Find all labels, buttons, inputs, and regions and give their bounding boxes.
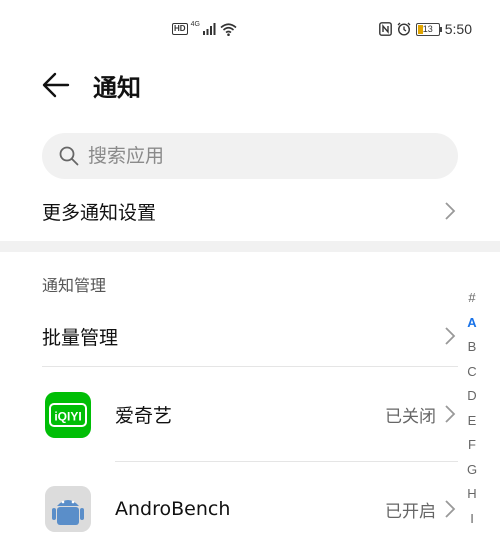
wifi-icon — [220, 22, 237, 36]
page-title: 通知 — [93, 74, 141, 102]
app-name: 爱奇艺 — [115, 404, 173, 427]
arrow-left-icon — [42, 72, 70, 98]
search-input[interactable] — [88, 145, 388, 167]
divider — [115, 461, 458, 462]
clock: 5:50 — [444, 21, 472, 37]
index-letter[interactable]: # — [468, 286, 475, 311]
batch-management-label: 批量管理 — [42, 326, 119, 349]
back-button[interactable] — [38, 66, 76, 104]
hd-icon: HD — [172, 23, 188, 35]
chevron-right-icon — [445, 405, 456, 423]
section-header: 通知管理 — [42, 276, 107, 295]
nfc-icon — [378, 22, 392, 36]
iqiyi-icon: iQIYI — [45, 392, 91, 438]
index-letter[interactable]: E — [468, 409, 477, 434]
chevron-right-icon — [445, 202, 456, 220]
android-robot — [45, 486, 91, 532]
index-letter[interactable]: F — [468, 433, 476, 458]
index-letter[interactable]: I — [470, 507, 474, 532]
search-bar[interactable] — [42, 133, 458, 179]
signal-icon — [202, 23, 216, 35]
androbench-icon — [45, 486, 91, 532]
search-icon — [59, 146, 79, 166]
divider — [42, 366, 458, 367]
section-divider — [0, 241, 500, 252]
app-status: 已开启 — [385, 501, 436, 522]
status-bar: HD 4G 13 5:50 — [0, 0, 500, 58]
chevron-right-icon — [445, 327, 456, 345]
app-row-androbench[interactable]: AndroBench 已开启 — [0, 476, 500, 542]
index-letter[interactable]: H — [467, 482, 476, 507]
network-type: 4G — [190, 20, 200, 28]
status-left-icons: HD 4G — [172, 20, 237, 38]
alphabet-index[interactable]: # A B C D E F G H I — [464, 286, 480, 531]
more-settings-label: 更多通知设置 — [42, 201, 157, 224]
index-letter[interactable]: A — [467, 311, 476, 336]
iqiyi-logo: iQIYI — [49, 403, 87, 427]
index-letter[interactable]: C — [467, 360, 476, 385]
index-letter[interactable]: B — [468, 335, 477, 360]
chevron-right-icon — [445, 500, 456, 518]
index-letter[interactable]: D — [467, 384, 476, 409]
alarm-icon — [397, 22, 411, 36]
app-name: AndroBench — [115, 498, 231, 520]
app-status: 已关闭 — [385, 406, 436, 427]
app-row-iqiyi[interactable]: iQIYI 爱奇艺 已关闭 — [0, 380, 500, 448]
battery-level: 13 — [422, 24, 433, 34]
status-right-icons: 13 5:50 — [378, 20, 472, 38]
battery-icon: 13 — [415, 22, 442, 36]
batch-management[interactable]: 批量管理 — [0, 313, 500, 359]
index-letter[interactable]: G — [467, 458, 477, 483]
iqiyi-logo-text: iQIYI — [54, 410, 81, 424]
more-notification-settings[interactable]: 更多通知设置 — [0, 188, 500, 234]
